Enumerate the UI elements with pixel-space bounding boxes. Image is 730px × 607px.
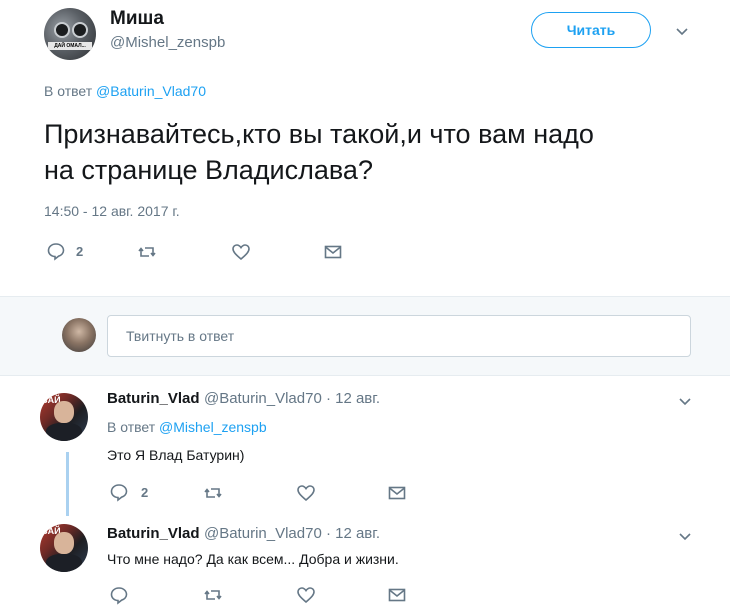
retweet-icon[interactable] bbox=[203, 483, 223, 503]
reply-icon bbox=[110, 484, 128, 502]
reply-count: 2 bbox=[76, 243, 84, 259]
like-icon[interactable] bbox=[296, 585, 316, 605]
reply-author-name[interactable]: Baturin_Vlad bbox=[107, 525, 200, 542]
reply-icon[interactable] bbox=[109, 585, 129, 605]
reply-prefix: В ответ bbox=[107, 419, 156, 435]
tweet-timestamp[interactable]: 14:50 - 12 авг. 2017 г. bbox=[44, 203, 180, 219]
avatar-eye-right bbox=[72, 22, 88, 38]
message-icon[interactable] bbox=[387, 585, 407, 605]
reply-count: 2 bbox=[141, 484, 149, 500]
tweet-text-line-2: на странице Владислава? bbox=[44, 155, 373, 185]
follow-button[interactable]: Читать bbox=[531, 12, 651, 48]
retweet-icon[interactable] bbox=[203, 585, 223, 605]
reply-context: В ответ @Mishel_zenspb bbox=[107, 419, 267, 435]
reply-text: Это Я Влад Батурин) bbox=[107, 447, 245, 463]
avatar-face bbox=[54, 401, 74, 423]
reply-handle-date[interactable]: @Baturin_Vlad70 · 12 авг. bbox=[204, 390, 380, 407]
message-icon[interactable] bbox=[323, 242, 343, 262]
avatar-face bbox=[54, 532, 74, 554]
reply-text: Что мне надо? Да как всем... Добра и жиз… bbox=[107, 551, 399, 567]
reply-action[interactable]: 2 bbox=[109, 482, 148, 502]
author-handle[interactable]: @Mishel_zenspb bbox=[110, 34, 225, 51]
reply-icon bbox=[47, 243, 65, 261]
reply-handle-date[interactable]: @Baturin_Vlad70 · 12 авг. bbox=[204, 525, 380, 542]
tweet-text-line-1: Признавайтесь,кто вы такой,и что вам над… bbox=[44, 119, 594, 149]
chevron-down-icon[interactable] bbox=[677, 529, 693, 545]
reply-author-avatar[interactable]: ЗАЙ bbox=[40, 524, 88, 572]
like-icon[interactable] bbox=[231, 242, 251, 262]
chevron-down-icon[interactable] bbox=[674, 24, 690, 40]
like-icon[interactable] bbox=[296, 483, 316, 503]
author-avatar[interactable]: ДАЙ ОМАЛ... bbox=[44, 8, 96, 60]
thread-line bbox=[66, 452, 69, 516]
retweet-icon[interactable] bbox=[137, 242, 157, 262]
avatar-suit bbox=[46, 554, 82, 572]
message-icon[interactable] bbox=[387, 483, 407, 503]
reply-action[interactable]: 2 bbox=[46, 241, 83, 261]
reply-input[interactable]: Твитнуть в ответ bbox=[107, 315, 691, 357]
reply-context: В ответ @Baturin_Vlad70 bbox=[44, 83, 206, 99]
reply-author-avatar[interactable]: ЗАЙ bbox=[40, 393, 88, 441]
reply-to-link[interactable]: @Mishel_zenspb bbox=[159, 419, 267, 435]
tweet-text: Признавайтесь,кто вы такой,и что вам над… bbox=[44, 116, 704, 188]
chevron-down-icon[interactable] bbox=[677, 394, 693, 410]
reply-header: Baturin_Vlad @Baturin_Vlad70 · 12 авг. bbox=[107, 390, 380, 408]
current-user-avatar[interactable] bbox=[62, 318, 96, 352]
author-display-name[interactable]: Миша bbox=[110, 8, 164, 30]
avatar-suit bbox=[46, 423, 82, 441]
reply-header: Baturin_Vlad @Baturin_Vlad70 · 12 авг. bbox=[107, 525, 380, 543]
avatar-eye-left bbox=[54, 22, 70, 38]
reply-prefix: В ответ bbox=[44, 83, 93, 99]
reply-author-name[interactable]: Baturin_Vlad bbox=[107, 390, 200, 407]
reply-to-link[interactable]: @Baturin_Vlad70 bbox=[96, 83, 206, 99]
avatar-caption: ДАЙ ОМАЛ... bbox=[48, 42, 92, 50]
